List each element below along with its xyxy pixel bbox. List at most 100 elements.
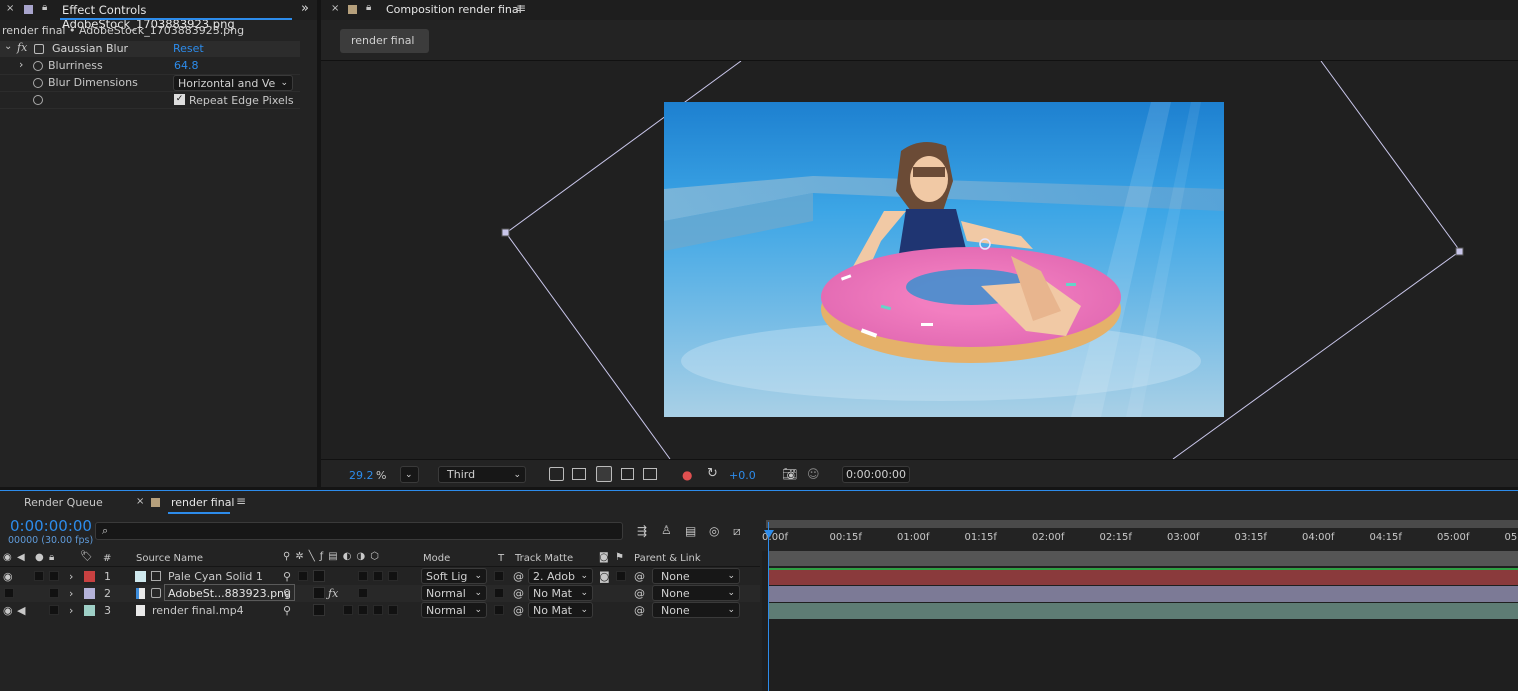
chevron-down-icon[interactable]: ⌄ xyxy=(4,41,12,52)
lock-box[interactable] xyxy=(49,571,59,581)
parent-pickwhip-icon[interactable]: @ xyxy=(634,585,645,602)
region-of-interest-icon[interactable] xyxy=(621,468,634,480)
shy-switch-icon[interactable]: ⚲ xyxy=(283,568,291,585)
close-icon[interactable]: × xyxy=(331,3,339,14)
render-queue-tab[interactable]: Render Queue xyxy=(24,496,103,509)
blend-mode-dropdown[interactable]: Soft Lig ⌄ xyxy=(421,568,487,584)
exposure-value[interactable]: +0.0 xyxy=(729,469,756,482)
stopwatch-icon[interactable] xyxy=(33,78,43,88)
pickwhip-icon[interactable]: @ xyxy=(513,602,524,619)
switch-box[interactable] xyxy=(343,605,353,615)
comp-mini-flowchart-icon[interactable]: ⇶ xyxy=(637,524,647,538)
blend-mode-dropdown[interactable]: Normal ⌄ xyxy=(421,585,487,601)
parent-dropdown[interactable]: None ⌄ xyxy=(652,602,740,618)
comp-flowchart-button[interactable]: render final xyxy=(340,29,429,53)
chevron-right-icon[interactable]: › xyxy=(19,58,23,71)
layer-handle[interactable] xyxy=(501,228,510,237)
preserve-transparency-box[interactable] xyxy=(494,571,504,581)
track-area[interactable] xyxy=(762,551,1518,691)
playhead-handle-icon[interactable] xyxy=(764,530,774,538)
timeline-comp-tab[interactable]: render final xyxy=(171,496,235,509)
layer-row[interactable]: › 2 AdobeSt...883923.png ⚲ ƒx Normal ⌄ @ … xyxy=(0,584,760,602)
blur-dimensions-dropdown[interactable]: Horizontal and Ve ⌄ xyxy=(173,75,293,91)
quality-icon[interactable] xyxy=(313,604,325,616)
chevron-right-icon[interactable]: › xyxy=(69,585,73,602)
switch-box[interactable] xyxy=(388,571,398,581)
parent-dropdown[interactable]: None ⌄ xyxy=(652,568,740,584)
shy-layers-icon[interactable]: ♙ xyxy=(661,523,672,537)
label-color-box[interactable] xyxy=(84,571,95,582)
layer-search-input[interactable]: ⌕ xyxy=(95,522,623,540)
eye-icon[interactable]: ◉ xyxy=(3,568,13,585)
parent-pickwhip-icon[interactable]: @ xyxy=(634,602,645,619)
layer-handle[interactable] xyxy=(1455,247,1464,256)
track-matte-dropdown[interactable]: No Mat ⌄ xyxy=(528,585,593,601)
timeline-ruler[interactable]: 0:00f 00:15f 01:00f 01:15f 02:00f 02:15f 03:00… xyxy=(762,520,1518,550)
col-source-name[interactable]: Source Name xyxy=(136,553,203,564)
close-icon[interactable]: × xyxy=(136,496,144,507)
switch-box[interactable] xyxy=(373,605,383,615)
mask-visibility-icon[interactable] xyxy=(596,466,612,482)
label-color-box[interactable] xyxy=(84,588,95,599)
color-management-icon[interactable]: ↻ xyxy=(707,466,718,481)
frame-blending-icon[interactable]: ▤ xyxy=(685,524,696,538)
switch-box[interactable] xyxy=(373,571,383,581)
graph-editor-icon[interactable]: ⧄ xyxy=(733,524,741,539)
layer-row[interactable]: ◉ ◀ › 3 render final.mp4 ⚲ Normal ⌄ @ No … xyxy=(0,602,760,619)
composition-viewer[interactable] xyxy=(321,61,1518,459)
track-matte-dropdown[interactable]: 2. Adob ⌄ xyxy=(528,568,593,584)
layer-name[interactable]: AdobeSt...883923.png xyxy=(164,584,296,601)
fx-icon[interactable]: fx xyxy=(17,41,27,54)
panel-menu-icon[interactable]: ≡ xyxy=(516,1,526,15)
channels-icon[interactable]: ● xyxy=(682,468,692,482)
fx-switch-icon[interactable]: ƒx xyxy=(328,585,338,602)
switch-box[interactable] xyxy=(358,571,368,581)
work-area-bar[interactable] xyxy=(766,520,1518,528)
layer-row[interactable]: ◉ › 1 Pale Cyan Solid 1 ⚲ Soft Lig ⌄ @ 2.… xyxy=(0,568,760,585)
pickwhip-icon[interactable]: @ xyxy=(513,585,524,602)
stopwatch-icon[interactable] xyxy=(33,95,43,105)
eye-box[interactable] xyxy=(4,588,14,598)
eye-icon[interactable]: ◉ xyxy=(3,602,13,619)
label-color-box[interactable] xyxy=(84,605,95,616)
switch-box[interactable] xyxy=(358,605,368,615)
layer-bar[interactable] xyxy=(768,586,1518,602)
matte-alpha-icon[interactable]: ◙ xyxy=(599,568,610,585)
shy-switch-icon[interactable]: ⚲ xyxy=(283,602,291,619)
lock-icon[interactable]: 🔒︎ xyxy=(366,2,371,13)
panel-menu-icon[interactable]: » xyxy=(301,1,309,16)
effect-row-gaussian-blur[interactable]: ⌄ fx Gaussian Blur Reset xyxy=(0,41,300,57)
track-matte-dropdown[interactable]: No Mat ⌄ xyxy=(528,602,593,618)
zoom-value[interactable]: 29.2 xyxy=(349,469,374,482)
preserve-transparency-box[interactable] xyxy=(494,605,504,615)
reset-link[interactable]: Reset xyxy=(173,42,204,55)
label-color-swatch[interactable] xyxy=(348,5,357,14)
transparency-grid-icon[interactable] xyxy=(572,468,586,480)
fast-previews-icon[interactable] xyxy=(549,467,564,481)
show-snapshot-icon[interactable]: ☺ xyxy=(807,467,820,481)
layer-name[interactable]: Pale Cyan Solid 1 xyxy=(168,568,263,585)
viewer-canvas[interactable] xyxy=(321,61,1518,459)
layer-bar[interactable] xyxy=(768,603,1518,619)
zoom-dropdown[interactable]: ⌄ xyxy=(400,466,419,483)
quality-icon[interactable] xyxy=(313,570,325,582)
audio-icon[interactable]: ◀ xyxy=(17,602,25,619)
switch-box[interactable] xyxy=(388,605,398,615)
label-color-swatch[interactable] xyxy=(151,498,160,507)
chevron-right-icon[interactable]: › xyxy=(69,568,73,585)
parent-dropdown[interactable]: None ⌄ xyxy=(652,585,740,601)
lock-box[interactable] xyxy=(49,588,59,598)
stopwatch-icon[interactable] xyxy=(33,61,43,71)
snapshot-icon[interactable]: 📷︎ xyxy=(782,467,797,481)
chevron-right-icon[interactable]: › xyxy=(69,602,73,619)
current-time-display[interactable]: 0:00:00:00 xyxy=(842,466,910,483)
panel-menu-icon[interactable]: ≡ xyxy=(236,494,246,508)
quality-icon[interactable] xyxy=(313,587,325,599)
lock-icon[interactable]: 🔒︎ xyxy=(42,2,47,13)
pickwhip-icon[interactable]: @ xyxy=(513,568,524,585)
repeat-edge-checkbox[interactable]: ✓ xyxy=(174,94,185,105)
playhead[interactable] xyxy=(768,522,769,691)
shy-switch-icon[interactable]: ⚲ xyxy=(283,585,291,602)
solo-box[interactable] xyxy=(34,571,44,581)
motion-blur-icon[interactable]: ◎ xyxy=(709,524,719,538)
